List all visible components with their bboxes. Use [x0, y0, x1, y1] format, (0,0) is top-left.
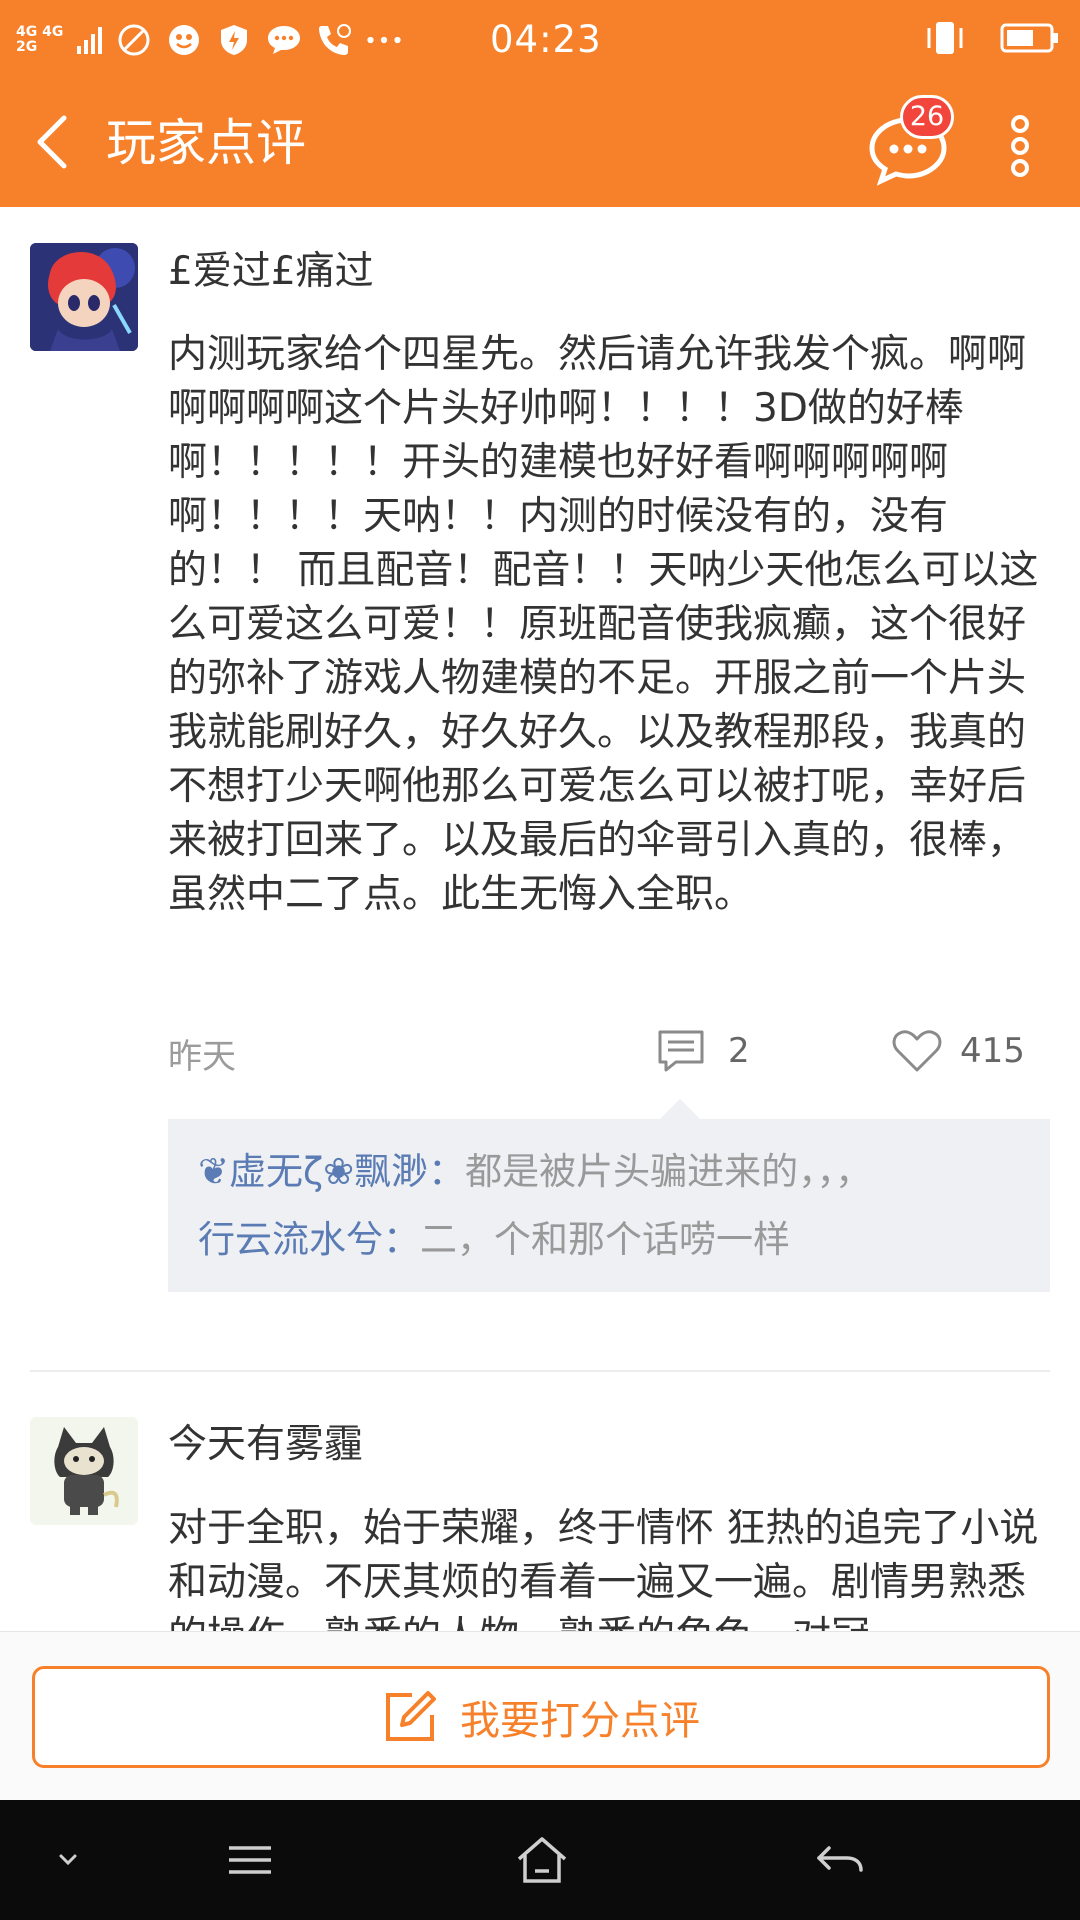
write-review-label: 我要打分点评 [460, 1698, 700, 1744]
app-icon [166, 22, 202, 58]
nav-menu-button[interactable] [220, 1830, 280, 1890]
more-notifications-icon [366, 22, 402, 58]
clock: 04:23 [490, 18, 602, 61]
review-list[interactable]: £爱过£痛过 内测玩家给个四星先。然后请允许我发个疯。啊啊啊啊啊啊这个片头好帅啊… [0, 207, 1080, 1631]
vibrate-icon [924, 18, 966, 62]
battery-icon [1000, 21, 1060, 59]
screen: 4G 4G 2G 04:23 玩家点评 26 £爱过£痛过 内测玩家给个四星先。… [0, 0, 1080, 1920]
home-icon [517, 1837, 567, 1883]
reply-text: 都是被片头骗进来的，，， [465, 1150, 873, 1193]
comment-button[interactable]: 2 [656, 1021, 750, 1081]
nav-home-button[interactable] [512, 1830, 572, 1890]
shield-icon [216, 22, 252, 58]
heart-icon [892, 1030, 942, 1072]
reply-item[interactable]: ❦虚无ζ❀飘渺：都是被片头骗进来的，，， [198, 1147, 872, 1197]
back-icon [817, 1846, 863, 1872]
status-icons-left: 4G 4G 2G [16, 14, 402, 66]
nav-hide-button[interactable] [38, 1830, 98, 1890]
system-nav-bar [0, 1800, 1080, 1920]
page-title: 玩家点评 [106, 114, 306, 172]
edit-icon [386, 1691, 436, 1741]
review-text: 对于全职，始于荣耀，终于情怀 狂热的追完了小说和动漫。不厌其烦的看着一遍又一遍。… [168, 1506, 1039, 1631]
review-meta: 昨天 2 415 [168, 1021, 1056, 1081]
review-username[interactable]: 今天有雾霾 [168, 1420, 363, 1470]
review-text: 内测玩家给个四星先。然后请允许我发个疯。啊啊啊啊啊啊这个片头好帅啊！！！！3D做… [168, 332, 1039, 917]
menu-icon [229, 1846, 271, 1874]
chat-icon [266, 22, 302, 58]
chevron-down-icon [59, 1854, 77, 1866]
blocked-icon [116, 22, 152, 58]
review-username[interactable]: £爱过£痛过 [168, 247, 374, 297]
network-type: 4G 4G 2G [16, 24, 64, 55]
avatar[interactable] [30, 1417, 138, 1525]
replies-panel[interactable]: ❦虚无ζ❀飘渺：都是被片头骗进来的，，， 行云流水兮：二，个和那个话唠一样 [168, 1099, 1050, 1292]
reply-username[interactable]: 行云流水兮： [198, 1218, 420, 1261]
like-button[interactable]: 415 [892, 1021, 1025, 1081]
comment-count: 2 [728, 1031, 750, 1071]
signal-icon [77, 26, 103, 54]
more-vertical-icon [1011, 115, 1029, 177]
write-review-button[interactable]: 我要打分点评 [32, 1666, 1050, 1768]
more-menu-button[interactable] [1000, 106, 1040, 186]
back-arrow-icon [37, 115, 67, 169]
avatar[interactable] [30, 243, 138, 351]
status-bar: 4G 4G 2G 04:23 [0, 0, 1080, 80]
comment-icon [658, 1030, 704, 1072]
divider [30, 1370, 1050, 1372]
back-button[interactable] [28, 110, 84, 174]
nav-back-button[interactable] [810, 1830, 870, 1890]
status-icons-right [924, 18, 1060, 62]
review-date: 昨天 [168, 1037, 236, 1077]
bottom-action-bar: 我要打分点评 [0, 1631, 1080, 1800]
like-count: 415 [960, 1031, 1025, 1071]
phone-icon [316, 22, 352, 58]
reply-item[interactable]: 行云流水兮：二，个和那个话唠一样 [198, 1215, 790, 1265]
reply-text: 二，个和那个话唠一样 [420, 1218, 790, 1261]
replies-pointer [660, 1099, 700, 1119]
reply-username[interactable]: ❦虚无ζ❀飘渺： [198, 1150, 465, 1193]
app-bar: 玩家点评 26 [0, 80, 1080, 207]
message-count-badge: 26 [900, 95, 954, 139]
